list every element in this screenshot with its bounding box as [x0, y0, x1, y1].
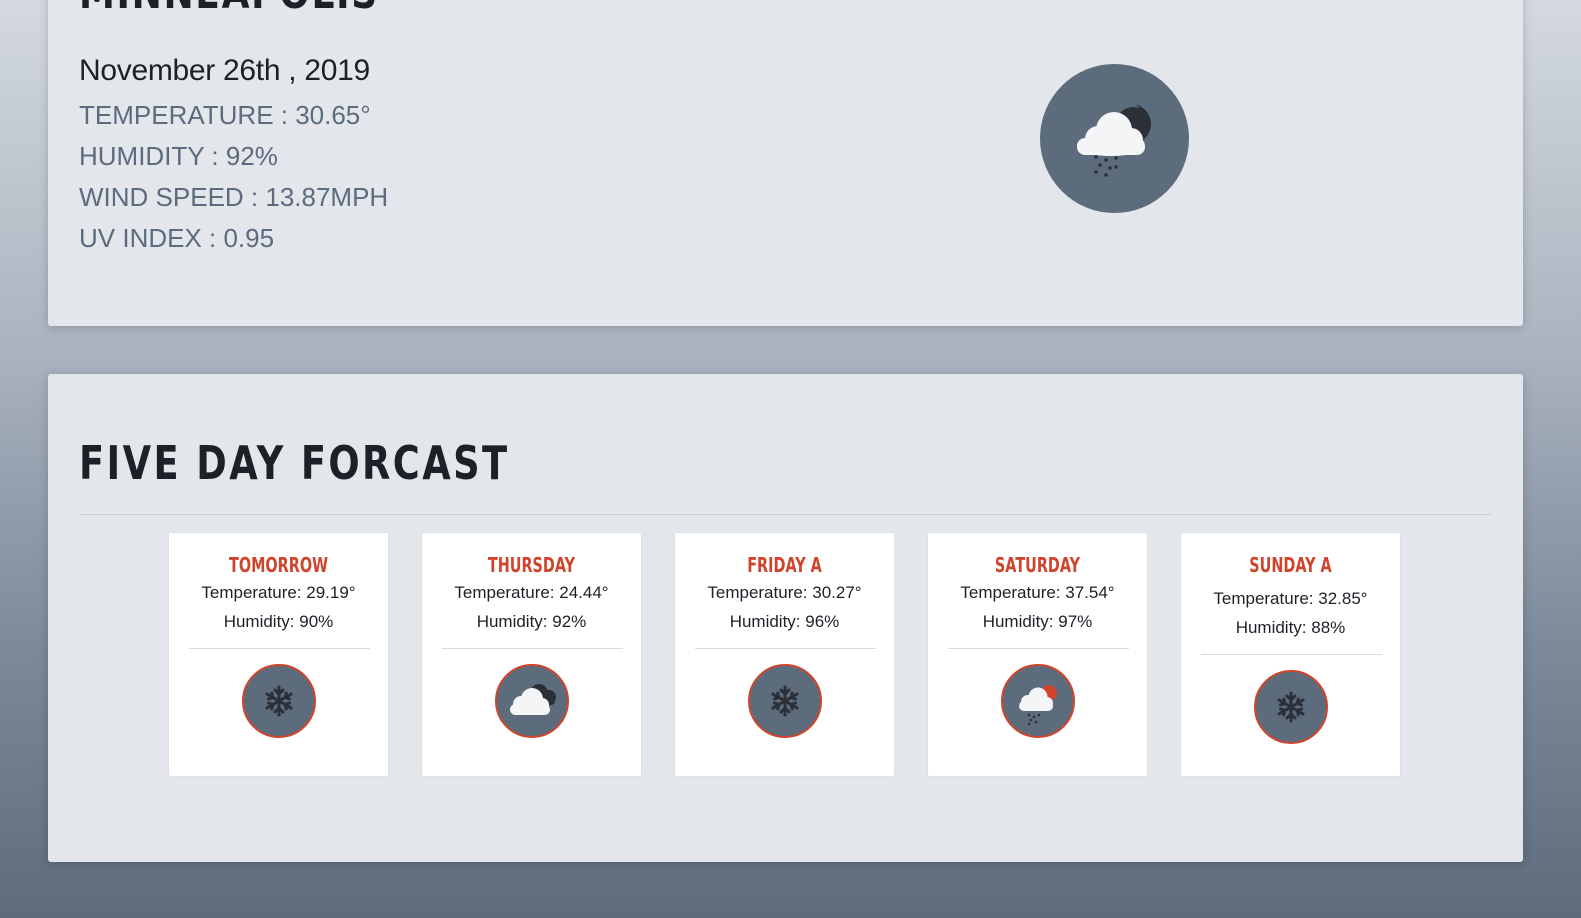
snowflake-icon [1254, 670, 1328, 744]
day-name: THURSDAY [487, 553, 576, 577]
day-humidity: Humidity: 96% [729, 612, 840, 631]
day-divider [948, 648, 1129, 649]
forecast-card: FIVE DAY FORCAST TOMORROW Temperature: 2… [48, 374, 1523, 862]
forecast-day-card: THURSDAY Temperature: 24.44° Humidity: 9… [421, 532, 642, 777]
snowflake-icon [748, 664, 822, 738]
day-name: SATURDAY [994, 553, 1081, 577]
current-uv-index: UV INDEX : 0.95 [79, 223, 275, 253]
day-humidity: Humidity: 97% [982, 612, 1093, 631]
day-temperature: Temperature: 29.19° [201, 583, 356, 602]
current-date: November 26th , 2019 [79, 54, 370, 87]
day-temperature: Temperature: 30.27° [707, 583, 862, 602]
current-weather-card: MINNEAPOLIS November 26th , 2019 TEMPERA… [48, 0, 1523, 326]
cloudy-icon [495, 664, 569, 738]
day-divider [1201, 654, 1382, 655]
current-wind-speed: WIND SPEED : 13.87MPH [79, 182, 389, 212]
current-temperature: TEMPERATURE : 30.65° [79, 100, 371, 130]
forecast-day-card: FRIDAY A Temperature: 30.27° Humidity: 9… [674, 532, 895, 777]
forecast-day-card: TOMORROW Temperature: 29.19° Humidity: 9… [168, 532, 389, 777]
day-temperature: Temperature: 32.85° [1213, 589, 1368, 608]
forecast-title: FIVE DAY FORCAST [79, 436, 510, 490]
section-divider [79, 514, 1491, 515]
forecast-day-card: SATURDAY Temperature: 37.54° Humidity: 9… [927, 532, 1148, 777]
day-temperature: Temperature: 37.54° [960, 583, 1115, 602]
day-humidity: Humidity: 92% [476, 612, 587, 631]
day-divider [442, 648, 623, 649]
snow-cloud-sun-icon [1001, 664, 1075, 738]
forecast-day-card: SUNDAY A Temperature: 32.85° Humidity: 8… [1180, 532, 1401, 777]
city-name: MINNEAPOLIS [79, 0, 379, 19]
snow-cloud-night-icon [1040, 64, 1189, 213]
day-name: SUNDAY A [1249, 553, 1332, 577]
day-name: TOMORROW [229, 553, 328, 577]
day-humidity: Humidity: 90% [223, 612, 334, 631]
day-name: FRIDAY A [747, 553, 822, 577]
day-humidity: Humidity: 88% [1235, 618, 1346, 637]
current-humidity: HUMIDITY : 92% [79, 141, 278, 171]
day-temperature: Temperature: 24.44° [454, 583, 609, 602]
day-divider [189, 648, 370, 649]
day-divider [695, 648, 876, 649]
snowflake-icon [242, 664, 316, 738]
